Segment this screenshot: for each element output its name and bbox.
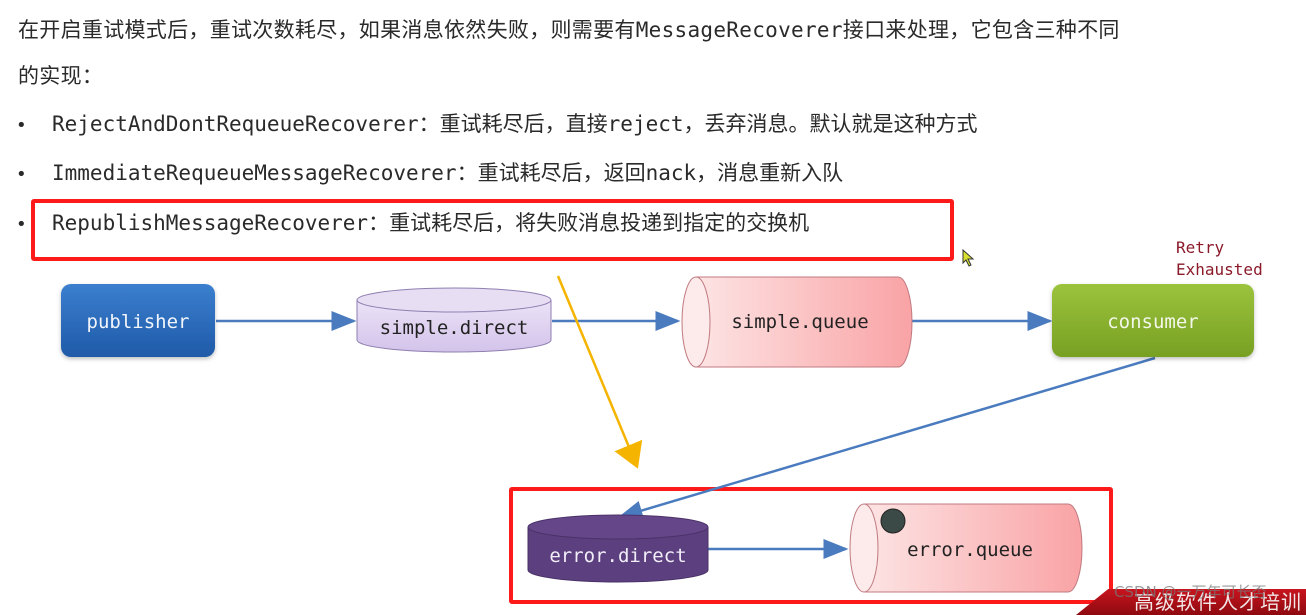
node-error-direct-label: error.direct	[549, 545, 686, 567]
node-publisher-label: publisher	[87, 311, 190, 333]
node-simple-direct-label: simple.direct	[380, 317, 529, 339]
edge-consumer-to-error-direct	[617, 356, 1156, 521]
flow-diagram: publisher simple.direct simple.queue con…	[61, 275, 1254, 593]
mouse-cursor-icon	[962, 249, 975, 267]
node-error-direct: error.direct	[527, 514, 709, 583]
node-consumer: consumer	[1052, 284, 1254, 357]
watermark-csdn-text: CSDN @一万年可长否	[1114, 583, 1267, 601]
message-dot-icon	[880, 508, 906, 534]
node-consumer-label: consumer	[1107, 311, 1199, 333]
node-simple-queue: simple.queue	[681, 276, 913, 368]
node-error-queue-label: error.queue	[907, 539, 1033, 561]
node-error-queue: error.queue	[849, 503, 1083, 593]
node-simple-queue-label: simple.queue	[731, 311, 868, 333]
exhausted-label: Exhausted	[1176, 260, 1263, 279]
node-publisher: publisher	[61, 284, 215, 357]
watermark: 高级软件人才培训 CSDN @一万年可长否	[1066, 579, 1306, 615]
retry-exhausted-annotation: Retry Exhausted	[1176, 237, 1263, 281]
pointer-arrow	[556, 275, 643, 469]
node-simple-direct: simple.direct	[356, 287, 552, 353]
retry-label: Retry	[1176, 238, 1225, 257]
